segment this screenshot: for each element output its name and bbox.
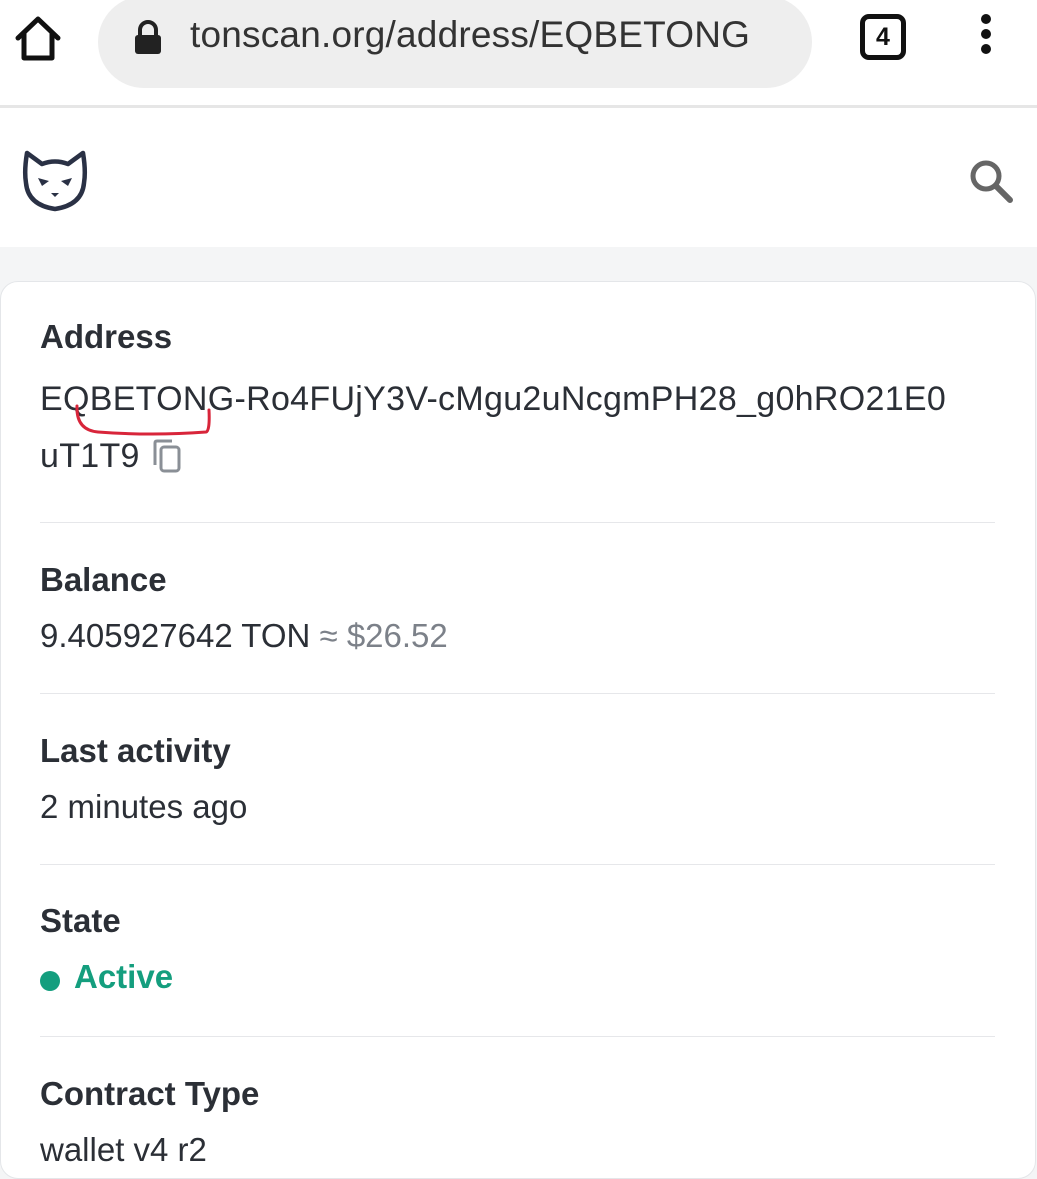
balance-amount: 9.405927642 TON <box>40 617 311 654</box>
state-row: State Active <box>40 902 995 996</box>
balance-label: Balance <box>40 561 167 598</box>
site-header <box>0 111 1037 247</box>
url-text[interactable]: tonscan.org/address/EQBETONG <box>190 14 750 56</box>
browser-toolbar: tonscan.org/address/EQBETONG 4 <box>0 0 1037 108</box>
more-menu-icon[interactable] <box>976 14 996 62</box>
address-label: Address <box>40 318 173 355</box>
balance-row: Balance 9.405927642 TON ≈ $26.52 <box>40 561 995 655</box>
state-text: Active <box>74 958 174 995</box>
divider <box>40 522 995 523</box>
tab-switcher-button[interactable]: 4 <box>860 14 906 60</box>
status-dot-icon <box>40 970 60 991</box>
last-activity-label: Last activity <box>40 732 231 769</box>
search-icon[interactable] <box>966 156 1016 206</box>
home-icon[interactable] <box>12 12 64 64</box>
contract-type-value: wallet v4 r2 <box>40 1131 207 1168</box>
divider <box>40 864 995 865</box>
divider <box>40 1036 995 1037</box>
cat-logo-icon[interactable] <box>22 147 88 213</box>
address-row: Address <box>40 318 995 356</box>
copy-icon[interactable] <box>150 438 184 476</box>
divider <box>40 693 995 694</box>
last-activity-value: 2 minutes ago <box>40 788 248 825</box>
last-activity-row: Last activity 2 minutes ago <box>40 732 995 826</box>
address-value-line2[interactable]: uT1T9 <box>40 437 140 476</box>
state-value: Active <box>40 958 995 996</box>
red-underline-annotation <box>72 404 214 438</box>
contract-type-label: Contract Type <box>40 1075 260 1112</box>
contract-type-row: Contract Type wallet v4 r2 <box>40 1075 995 1169</box>
approx-symbol: ≈ <box>319 617 338 654</box>
balance-value: 9.405927642 TON ≈ $26.52 <box>40 617 995 655</box>
lock-icon <box>132 20 164 56</box>
state-label: State <box>40 902 121 939</box>
balance-usd: $26.52 <box>346 617 448 654</box>
